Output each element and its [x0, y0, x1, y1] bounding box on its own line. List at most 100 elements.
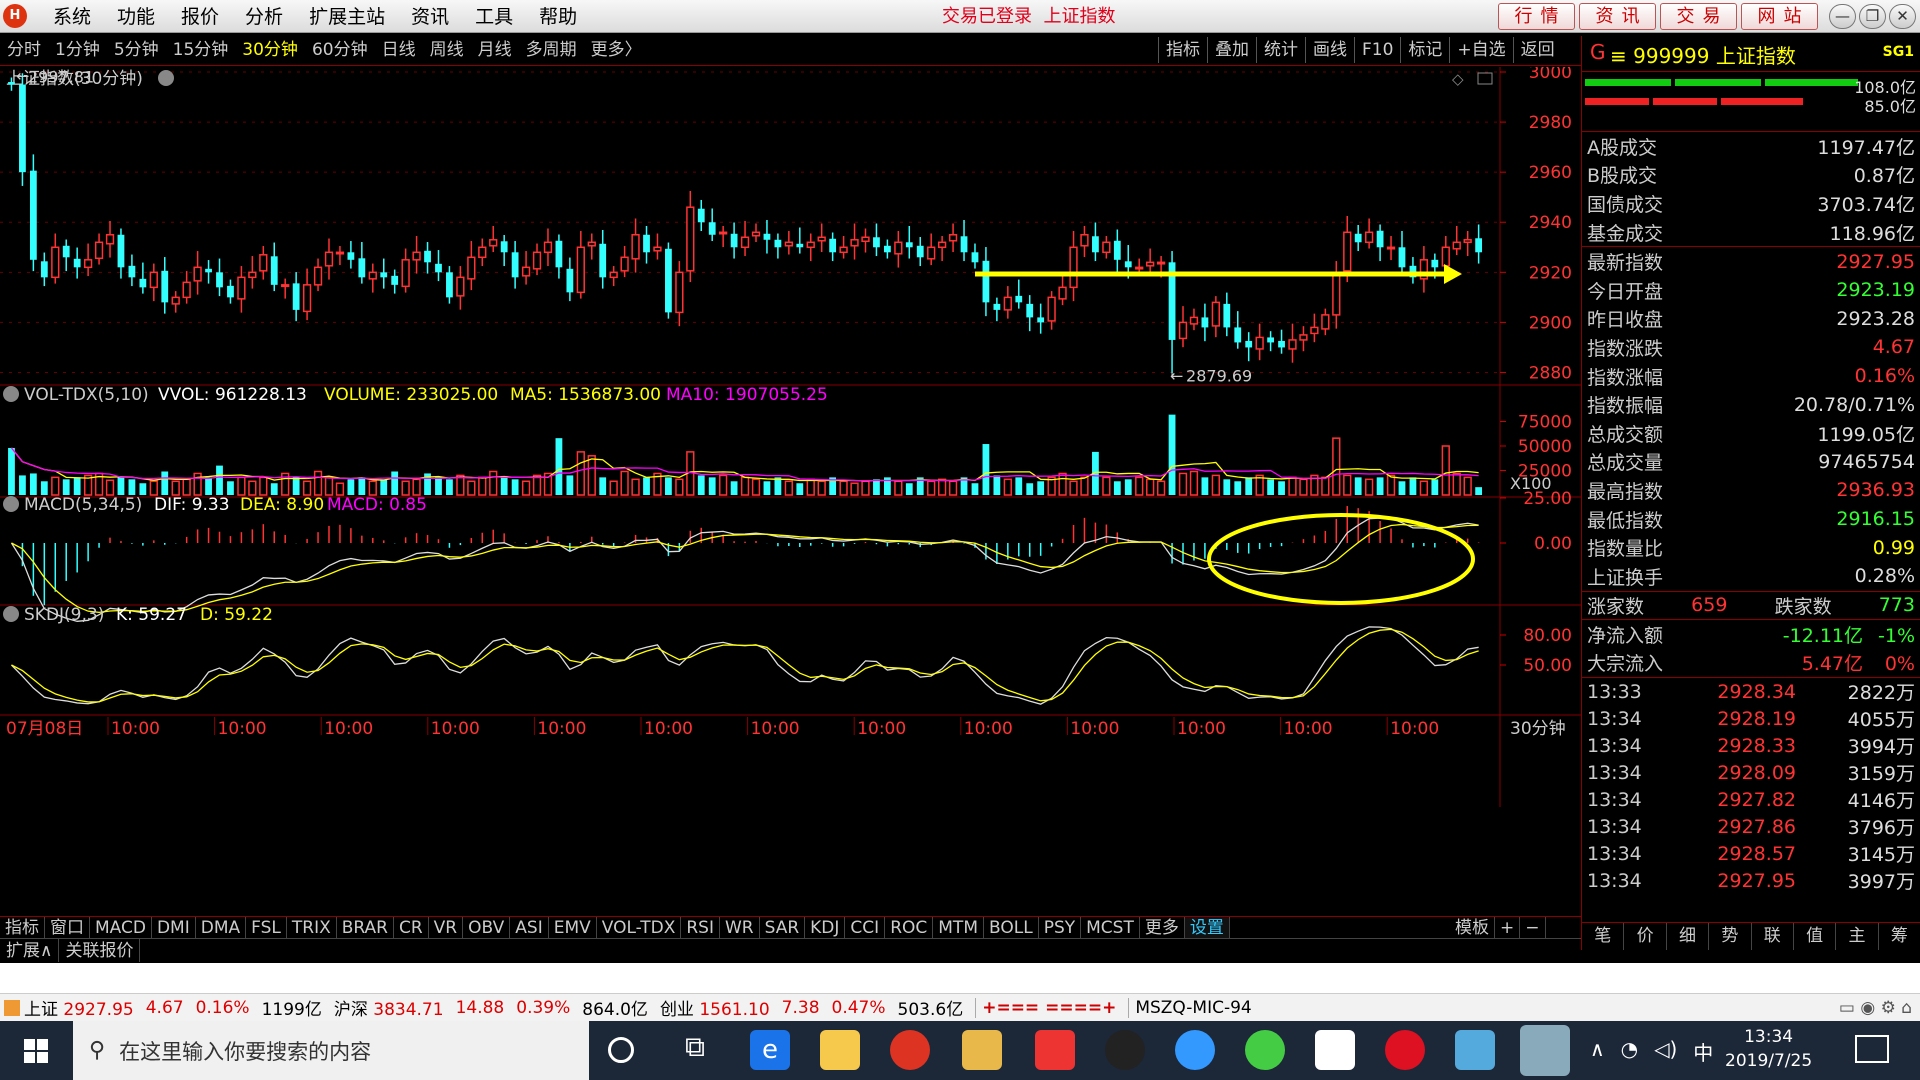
indicator-tab[interactable]: 指标: [0, 917, 45, 938]
indicator-tab[interactable]: VOL-TDX: [597, 917, 682, 938]
ime-indicator[interactable]: 中: [1693, 1037, 1713, 1066]
menu-item[interactable]: 工具: [462, 5, 526, 29]
menu-item[interactable]: 扩展主站: [296, 5, 398, 29]
indicator-tab[interactable]: MCST: [1081, 917, 1140, 938]
edge-icon[interactable]: e: [750, 1030, 790, 1070]
tool-button[interactable]: 返回: [1512, 37, 1562, 63]
restore-icon[interactable]: ❐: [1859, 4, 1886, 29]
indicator-tab[interactable]: DMA: [196, 917, 247, 938]
detail-tab[interactable]: 价: [1624, 923, 1667, 950]
minimize-icon[interactable]: —: [1829, 4, 1856, 29]
period-tab[interactable]: 分时: [0, 39, 48, 61]
kline-chart-area[interactable]: 3000 2980 2960 2940 2920 2900 2880 上证指数(30分钟) ◇ ←…: [0, 63, 1581, 917]
indicator-tab[interactable]: MTM: [933, 917, 984, 938]
template-button[interactable]: 模板: [1450, 917, 1495, 939]
period-tab[interactable]: 更多〉: [584, 39, 649, 61]
indicator-tab[interactable]: 更多: [1140, 917, 1185, 938]
indicator-tab[interactable]: EMV: [549, 917, 597, 938]
period-tab[interactable]: 1分钟: [48, 39, 107, 61]
tool-button[interactable]: 画线: [1305, 37, 1354, 63]
detail-tab[interactable]: 筹: [1879, 923, 1920, 950]
detail-tab[interactable]: 势: [1709, 923, 1752, 950]
indicator-tab[interactable]: CCI: [845, 917, 886, 938]
indicator-tab[interactable]: BRAR: [337, 917, 394, 938]
tool-button[interactable]: 指标: [1158, 37, 1207, 63]
template-button[interactable]: +: [1495, 917, 1521, 939]
period-tab[interactable]: 30分钟: [235, 39, 305, 61]
windows-start-icon[interactable]: [0, 1021, 72, 1080]
trading-app-icon[interactable]: [890, 1030, 930, 1070]
period-tab[interactable]: 月线: [471, 39, 519, 61]
active-app-icon[interactable]: [1520, 1025, 1570, 1076]
period-tab[interactable]: 多周期: [519, 39, 584, 61]
feather-app-icon[interactable]: [1455, 1030, 1495, 1070]
file-explorer-icon[interactable]: [820, 1030, 860, 1070]
extension-tab[interactable]: 扩展∧: [0, 939, 60, 962]
period-tab[interactable]: 日线: [375, 39, 423, 61]
quick-button[interactable]: 网站: [1741, 3, 1818, 30]
menu-item[interactable]: 帮助: [526, 5, 590, 29]
bank-app-icon[interactable]: [1035, 1030, 1075, 1070]
chevron-up-icon[interactable]: ∧: [1590, 1037, 1605, 1066]
indicator-tab[interactable]: FSL: [246, 917, 287, 938]
indicator-tab[interactable]: MACD: [90, 917, 152, 938]
browser-icon[interactable]: [1175, 1030, 1215, 1070]
indicator-tab[interactable]: BOLL: [984, 917, 1039, 938]
indicator-tab[interactable]: 窗口: [45, 917, 90, 938]
close-icon[interactable]: ✕: [1889, 4, 1916, 29]
indicator-tab[interactable]: ASI: [510, 917, 549, 938]
kline-chart[interactable]: 3000298029602940292029002880上证指数(30分钟) ◇←…: [0, 63, 1581, 917]
clock[interactable]: 13:34 2019/7/25: [1725, 1025, 1812, 1073]
mail-icon[interactable]: [1315, 1030, 1355, 1070]
volume-bar: [1069, 480, 1078, 496]
network-icon[interactable]: ◔: [1621, 1037, 1638, 1066]
indicator-tab[interactable]: OBV: [463, 917, 511, 938]
media-icon[interactable]: [1385, 1030, 1425, 1070]
detail-tab[interactable]: 联: [1752, 923, 1794, 950]
cortana-icon[interactable]: [608, 1037, 634, 1063]
quick-button[interactable]: 交易: [1660, 3, 1737, 30]
volume-icon[interactable]: ◁): [1654, 1037, 1677, 1066]
tool-button[interactable]: 叠加: [1207, 37, 1256, 63]
tool-button[interactable]: 标记: [1400, 37, 1449, 63]
volume-bar: [555, 438, 563, 495]
ticker-tool-icons[interactable]: ▭ ◉ ⚙ ⌂: [1839, 998, 1912, 1018]
detail-tab[interactable]: 笔: [1582, 923, 1625, 950]
menu-item[interactable]: 系统: [40, 5, 104, 29]
indicator-tab[interactable]: 设置: [1184, 917, 1230, 938]
period-tab[interactable]: 60分钟: [305, 39, 375, 61]
period-tab[interactable]: 15分钟: [166, 39, 236, 61]
indicator-tab[interactable]: VR: [429, 917, 464, 938]
indicator-tab[interactable]: SAR: [760, 917, 806, 938]
indicator-tab[interactable]: RSI: [681, 917, 720, 938]
menu-item[interactable]: 分析: [232, 5, 296, 29]
indicator-tab[interactable]: CR: [394, 917, 429, 938]
quick-button[interactable]: 行情: [1498, 3, 1575, 30]
indicator-tab[interactable]: ROC: [885, 917, 934, 938]
tool-button[interactable]: 统计: [1256, 37, 1305, 63]
qq-icon[interactable]: [1105, 1030, 1145, 1070]
quick-button[interactable]: 资讯: [1579, 3, 1656, 30]
indicator-tab[interactable]: WR: [720, 917, 760, 938]
tool-button[interactable]: F10: [1354, 37, 1400, 63]
menu-item[interactable]: 功能: [104, 5, 168, 29]
task-view-icon[interactable]: ⧉: [675, 1030, 715, 1070]
taskbar-search-input[interactable]: ⚲ 在这里输入你要搜索的内容: [73, 1021, 589, 1080]
tool-button[interactable]: +自选: [1449, 37, 1512, 63]
indicator-tab[interactable]: PSY: [1039, 917, 1082, 938]
indicator-tab[interactable]: KDJ: [805, 917, 846, 938]
template-button[interactable]: −: [1520, 917, 1546, 939]
period-tab[interactable]: 5分钟: [107, 39, 166, 61]
notification-icon[interactable]: [1855, 1035, 1889, 1063]
detail-tab[interactable]: 主: [1836, 923, 1879, 950]
indicator-tab[interactable]: TRIX: [287, 917, 337, 938]
menu-item[interactable]: 报价: [168, 5, 232, 29]
detail-tab[interactable]: 值: [1794, 923, 1837, 950]
extension-tab[interactable]: 关联报价: [59, 939, 141, 962]
stock-app-icon[interactable]: [962, 1030, 1002, 1070]
detail-tab[interactable]: 细: [1667, 923, 1710, 950]
music-icon[interactable]: [1245, 1030, 1285, 1070]
indicator-tab[interactable]: DMI: [152, 917, 196, 938]
period-tab[interactable]: 周线: [423, 39, 471, 61]
menu-item[interactable]: 资讯: [398, 5, 462, 29]
